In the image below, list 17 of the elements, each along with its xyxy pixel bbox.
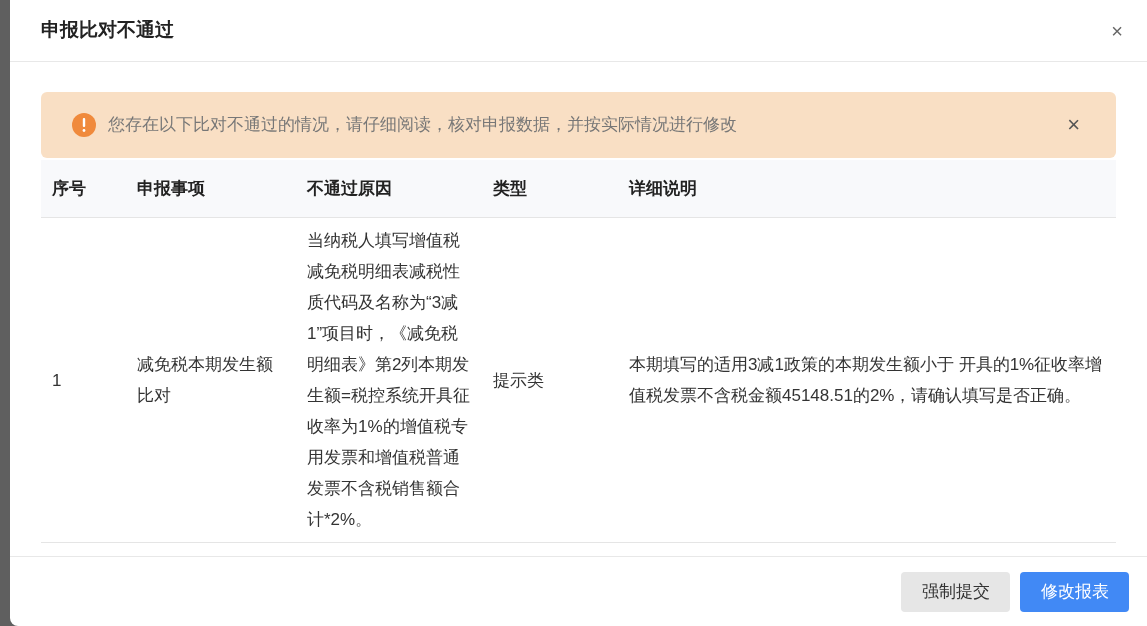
column-header: 详细说明 — [629, 178, 697, 198]
column-header: 类型 — [493, 178, 527, 198]
exclamation-icon — [72, 113, 96, 137]
column-header: 序号 — [52, 178, 86, 198]
column-header: 申报事项 — [137, 178, 205, 198]
alert-close-button[interactable]: × — [1067, 114, 1080, 136]
close-button[interactable]: × — [1111, 20, 1123, 41]
submit-button[interactable]: 修改报表 — [1020, 571, 1129, 612]
table-cell-text: 当纳税人填写增值税减免税明细表减税性质代码及名称为“3减1”项目时，《减免税明细表》第2列本期发生额=税控系统开具征收率为1%的增值税专用发票和增值税普通发票不含税销售额合计*2%。 — [307, 230, 471, 531]
secondary-button[interactable]: 强制提交 — [901, 571, 1010, 612]
table-cell-text: 本期填写的适用3减1政策的本期发生额小于 开具的1%征收率增值税发票不含税金额45148.51的2%，请确认填写是否正确。 — [629, 354, 1104, 407]
alert-message: 您存在以下比对不通过的情况，请仔细阅读，核对申报数据，并按实际情况进行修改 — [108, 114, 738, 137]
table-cell-text: 1 — [52, 369, 63, 392]
table-cell-text: 提示类 — [493, 369, 545, 392]
table-cell-text: 减免税本期发生额比对 — [137, 354, 274, 407]
dialog-title: 申报比对不通过 — [41, 18, 174, 43]
column-header: 不通过原因 — [307, 178, 392, 198]
